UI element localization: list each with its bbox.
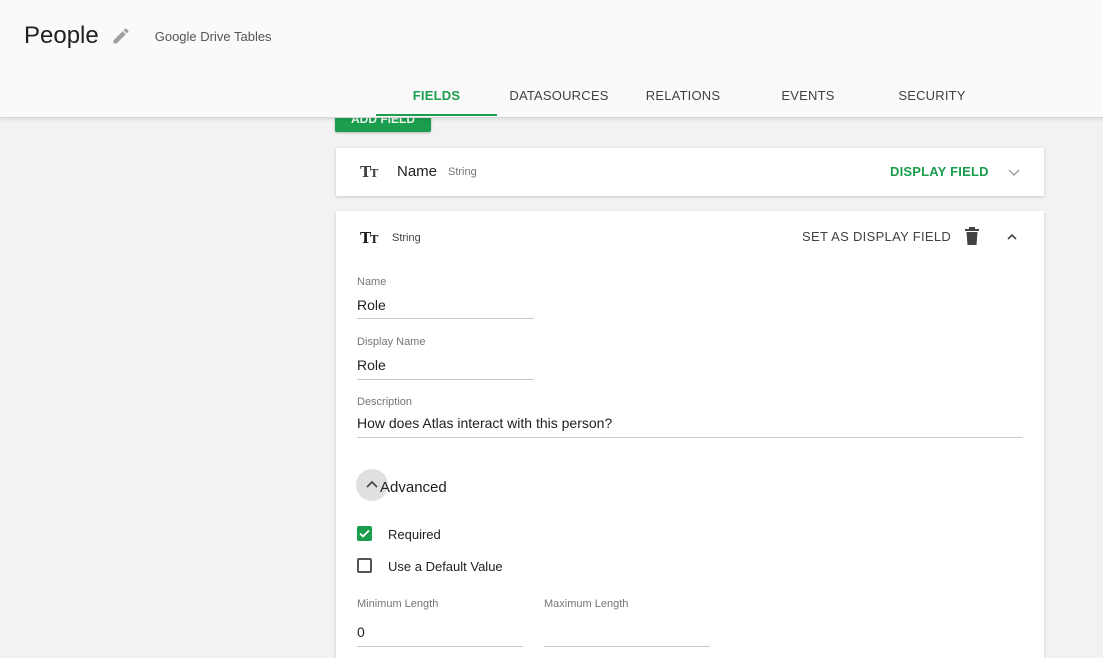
required-checkbox[interactable] xyxy=(357,526,372,541)
page-title: People xyxy=(24,22,99,49)
field-card-name[interactable]: TT Name String DISPLAY FIELD xyxy=(336,148,1044,196)
tab-events[interactable]: EVENTS xyxy=(756,86,860,118)
description-label: Description xyxy=(357,396,413,408)
title-row: People Google Drive Tables xyxy=(24,22,272,50)
tab-relations[interactable]: RELATIONS xyxy=(630,86,736,118)
pencil-icon[interactable] xyxy=(111,26,131,46)
field-type: String xyxy=(392,232,421,244)
name-input[interactable]: Role xyxy=(357,297,386,313)
tab-datasources[interactable]: DATASOURCES xyxy=(500,86,618,118)
datasource-subtitle: Google Drive Tables xyxy=(154,28,272,44)
field-name: Name xyxy=(397,163,438,180)
active-tab-indicator xyxy=(376,114,497,116)
chevron-up-icon[interactable] xyxy=(1004,229,1020,245)
advanced-label: Advanced xyxy=(380,479,447,496)
set-as-display-field-button[interactable]: SET AS DISPLAY FIELD xyxy=(802,229,951,244)
min-length-label: Minimum Length xyxy=(357,598,439,610)
description-underline xyxy=(357,437,1023,438)
trash-icon[interactable] xyxy=(964,227,980,245)
text-type-icon: TT xyxy=(360,229,378,247)
field-type: String xyxy=(448,166,477,178)
description-input[interactable]: How does Atlas interact with this person… xyxy=(357,415,612,431)
tab-bar: FIELDS DATASOURCES RELATIONS EVENTS SECU… xyxy=(0,86,1103,118)
default-value-checkbox[interactable] xyxy=(357,558,372,573)
min-length-underline xyxy=(357,646,523,647)
tab-security[interactable]: SECURITY xyxy=(880,86,984,118)
display-name-input[interactable]: Role xyxy=(357,357,386,373)
text-type-icon: TT xyxy=(360,163,378,181)
max-length-underline xyxy=(544,646,710,647)
chevron-down-icon[interactable] xyxy=(1006,164,1022,180)
app-header: People Google Drive Tables FIELDS DATASO… xyxy=(0,0,1103,118)
name-label: Name xyxy=(357,276,387,288)
display-name-label: Display Name xyxy=(357,336,426,348)
default-value-label: Use a Default Value xyxy=(388,559,503,574)
name-input-underline xyxy=(357,318,534,319)
display-name-underline xyxy=(357,379,534,380)
min-length-input[interactable]: 0 xyxy=(357,624,365,640)
field-card-role: TT String SET AS DISPLAY FIELD Name Role… xyxy=(336,211,1044,658)
display-field-label: DISPLAY FIELD xyxy=(890,164,989,179)
max-length-label: Maximum Length xyxy=(544,598,629,610)
required-label: Required xyxy=(388,527,441,542)
